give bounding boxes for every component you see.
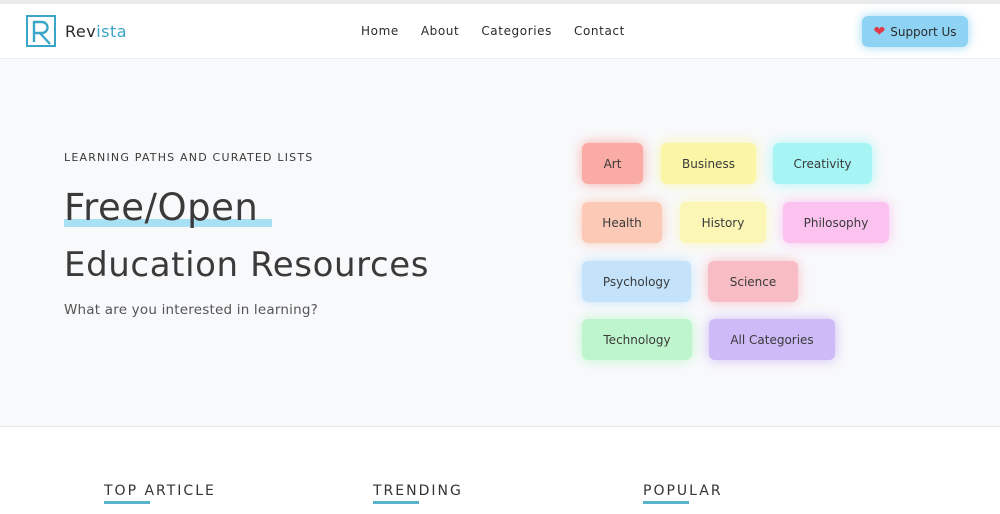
- heart-icon: ❤: [873, 23, 886, 40]
- category-label: History: [701, 215, 745, 230]
- category-label: Psychology: [602, 274, 671, 289]
- category-label: Business: [682, 156, 735, 171]
- top-article-underline: [104, 501, 150, 504]
- category-label: Science: [729, 274, 777, 289]
- support-us-button[interactable]: ❤ Support Us: [862, 16, 968, 47]
- site-header: Revista Home About Categories Contact ❤ …: [0, 4, 1000, 59]
- nav-home[interactable]: Home: [361, 24, 399, 38]
- hero-subtitle: What are you interested in learning?: [64, 302, 318, 318]
- brand-name: Revista: [65, 22, 127, 41]
- main-nav: Home About Categories Contact: [361, 24, 647, 38]
- brand-name-suffix: ista: [96, 21, 128, 41]
- category-creativity[interactable]: Creativity: [773, 143, 872, 184]
- category-health[interactable]: Health: [582, 202, 662, 243]
- support-us-label: Support Us: [890, 24, 957, 39]
- nav-categories[interactable]: Categories: [481, 24, 552, 38]
- top-article-heading: TOP ARTICLE: [104, 483, 216, 499]
- logo-mark-icon: [26, 15, 56, 47]
- category-business[interactable]: Business: [661, 143, 756, 184]
- hero-title-line1: Free/Open: [64, 186, 258, 230]
- hero-eyebrow: LEARNING PATHS AND CURATED LISTS: [64, 151, 314, 164]
- logo[interactable]: Revista: [26, 15, 127, 47]
- category-label: Art: [603, 156, 622, 171]
- category-label: All Categories: [730, 332, 814, 347]
- category-label: Health: [602, 215, 642, 230]
- category-all-categories[interactable]: All Categories: [709, 319, 835, 360]
- category-science[interactable]: Science: [708, 261, 798, 302]
- nav-contact[interactable]: Contact: [574, 24, 625, 38]
- trending-heading: TRENDING: [373, 483, 463, 499]
- bottom-section: [0, 427, 1000, 514]
- nav-about[interactable]: About: [421, 24, 459, 38]
- category-psychology[interactable]: Psychology: [582, 261, 691, 302]
- category-philosophy[interactable]: Philosophy: [783, 202, 889, 243]
- brand-name-prefix: Rev: [65, 21, 97, 41]
- category-art[interactable]: Art: [582, 143, 643, 184]
- popular-heading: POPULAR: [643, 483, 723, 499]
- category-technology[interactable]: Technology: [582, 319, 692, 360]
- trending-underline: [373, 501, 419, 504]
- hero-title-line1-text: Free/Open: [64, 186, 259, 229]
- popular-underline: [643, 501, 689, 504]
- category-label: Philosophy: [803, 215, 869, 230]
- hero-title-line2: Education Resources: [64, 245, 430, 285]
- category-label: Technology: [603, 332, 671, 347]
- category-history[interactable]: History: [680, 202, 766, 243]
- category-label: Creativity: [793, 156, 852, 171]
